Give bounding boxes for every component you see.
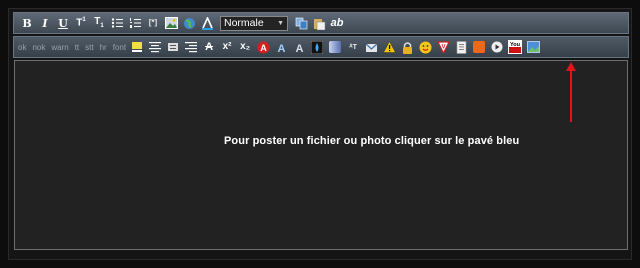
mail-icon	[365, 43, 377, 52]
shadow-text-button[interactable]: A	[292, 38, 306, 56]
upload-instruction-text: Pour poster un fichier ou photo cliquer …	[224, 135, 520, 147]
copy-button[interactable]	[294, 14, 308, 32]
paste-icon	[313, 18, 325, 30]
highlight-button[interactable]	[130, 38, 144, 56]
drop-button[interactable]	[310, 38, 324, 56]
text-effect-button[interactable]: A	[274, 38, 288, 56]
brackets-icon: [*]	[148, 18, 158, 27]
spellcheck-label: ab	[330, 16, 344, 29]
underline-button[interactable]: U	[56, 14, 70, 32]
red-a-icon: A	[257, 41, 270, 53]
subscript-t-button[interactable]: T1	[92, 14, 106, 32]
youtube-label: You	[510, 42, 520, 48]
youtube-icon: You	[508, 40, 523, 54]
document-icon	[456, 40, 466, 54]
globe-link-icon	[183, 17, 195, 29]
tag-stt-button[interactable]: stt	[85, 43, 93, 52]
flash-button[interactable]	[472, 38, 486, 56]
font-size-icon: ᴬT	[349, 43, 357, 51]
bullet-list-icon	[111, 18, 123, 28]
code-button[interactable]: [*]	[146, 14, 160, 32]
shield-v-icon: V	[436, 40, 450, 54]
numbered-list-button[interactable]	[128, 14, 142, 32]
gradient-button[interactable]	[328, 38, 342, 56]
superscript-button[interactable]: x²	[220, 38, 234, 56]
align-block-button[interactable]	[166, 38, 180, 56]
text-sub-icon: T1	[94, 16, 104, 30]
lock-icon	[402, 41, 412, 54]
strike-button[interactable]: A	[202, 38, 216, 56]
shadow-a-icon: A	[295, 43, 303, 54]
mail-button[interactable]	[364, 38, 378, 56]
insert-link-button[interactable]	[182, 14, 196, 32]
flash-icon	[473, 41, 486, 53]
superscript-t-button[interactable]: T1	[74, 14, 88, 32]
insert-image-button[interactable]	[164, 14, 178, 32]
lock-button[interactable]	[400, 38, 414, 56]
font-color-button[interactable]	[200, 14, 214, 32]
tag-font-button[interactable]: font	[113, 43, 126, 52]
subscript-label: x₂	[240, 41, 251, 52]
youtube-button[interactable]: You	[508, 38, 523, 56]
font-color-icon	[201, 16, 213, 30]
chevron-down-icon: ▼	[277, 19, 284, 27]
font-size-button[interactable]: ᴬT	[346, 38, 360, 56]
tag-nok-button[interactable]: nok	[32, 43, 45, 52]
spoiler-button[interactable]: V	[436, 38, 450, 56]
superscript-label: x²	[222, 41, 232, 52]
red-arrow-icon	[566, 62, 576, 122]
blue-tile-upload-icon	[526, 41, 540, 53]
toolbar-top: B I U T1 T1 [*] Normale ▼ ab	[13, 12, 629, 34]
highlight-icon	[132, 42, 143, 52]
svg-text:A: A	[277, 43, 285, 54]
text-editor-area[interactable]	[14, 60, 628, 250]
document-button[interactable]	[454, 38, 468, 56]
warning-button[interactable]	[382, 38, 396, 56]
align-center-button[interactable]	[148, 38, 162, 56]
svg-text:V: V	[441, 44, 445, 50]
bold-button[interactable]: B	[20, 14, 34, 32]
tag-hr-button[interactable]: hr	[100, 43, 107, 52]
svg-text:A: A	[260, 43, 267, 53]
acronym-button[interactable]: A	[256, 38, 270, 56]
strike-icon: A	[205, 40, 214, 53]
play-icon	[491, 41, 503, 53]
bullet-list-button[interactable]	[110, 14, 124, 32]
align-right-icon	[185, 42, 198, 53]
align-center-icon	[149, 42, 162, 53]
spellcheck-button[interactable]: ab	[330, 14, 344, 32]
tag-tt-button[interactable]: tt	[75, 43, 79, 52]
format-select-value: Normale	[224, 17, 264, 29]
gradient-icon	[329, 41, 342, 53]
toolbar-bottom: ok nok warn tt stt hr font A x² x₂ A A A…	[13, 36, 629, 58]
copy-icon	[295, 17, 307, 29]
align-right-button[interactable]	[184, 38, 198, 56]
numbered-list-icon	[130, 18, 141, 28]
text-super-icon: T1	[76, 17, 86, 29]
water-drop-icon	[311, 40, 324, 54]
subscript-button[interactable]: x₂	[238, 38, 252, 56]
upload-file-button[interactable]	[526, 38, 540, 56]
tag-warn-button[interactable]: warn	[51, 43, 68, 52]
play-button[interactable]	[490, 38, 504, 56]
italic-button[interactable]: I	[38, 14, 52, 32]
smiley-icon	[419, 41, 432, 53]
warning-icon	[382, 41, 396, 53]
image-icon	[164, 17, 178, 29]
glow-a-icon: A	[277, 43, 285, 54]
tag-ok-button[interactable]: ok	[18, 43, 26, 52]
text-block-icon	[168, 43, 179, 51]
format-select[interactable]: Normale ▼	[220, 15, 288, 31]
svg-text:A: A	[295, 43, 303, 54]
smiley-button[interactable]	[418, 38, 432, 56]
paste-button[interactable]	[312, 14, 326, 32]
